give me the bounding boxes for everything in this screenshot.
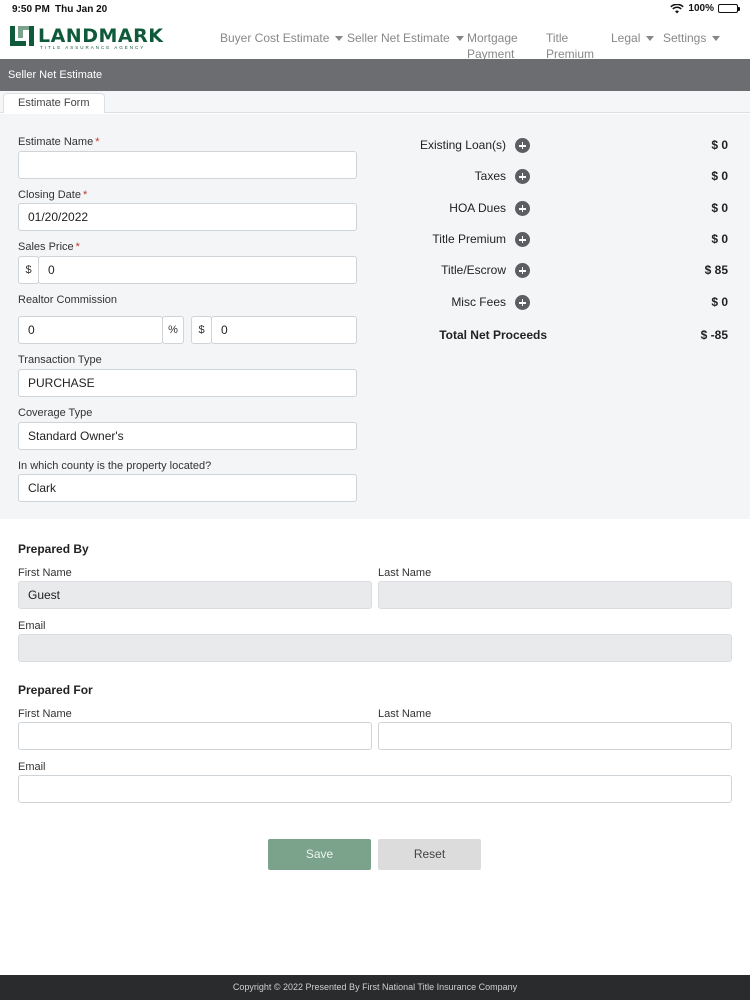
total-net-proceeds-value: $ -85 (700, 328, 728, 342)
closing-date-label: Closing Date * (18, 189, 88, 201)
estimate-name-label: Estimate Name * (18, 136, 100, 148)
cost-value: $ 0 (711, 169, 728, 183)
add-taxes-icon[interactable] (515, 169, 530, 184)
top-navigation: LANDMARK TITLE ASSURANCE AGENCY Buyer Co… (0, 18, 750, 62)
nav-mortgage-payment[interactable]: Mortgage Payment (467, 30, 529, 62)
prepared-for-last-name-label: Last Name (378, 708, 432, 720)
status-right: 100% (670, 3, 740, 14)
nav-title-premium[interactable]: Title Premium (546, 30, 596, 62)
cost-label: HOA Dues (449, 201, 506, 215)
nav-settings[interactable]: Settings (663, 30, 721, 46)
caret-down-icon (646, 36, 655, 41)
prepared-for-first-name-label: First Name (18, 708, 72, 720)
add-hoa-dues-icon[interactable] (515, 201, 530, 216)
page-title: Seller Net Estimate (8, 69, 103, 81)
required-marker: * (82, 189, 88, 201)
prepared-for-last-name-input[interactable] (378, 722, 732, 750)
prepared-by-title: Prepared By (18, 542, 89, 556)
cost-label: Misc Fees (451, 295, 506, 309)
cost-value: $ 0 (711, 201, 728, 215)
status-time: 9:50 PM (12, 4, 50, 15)
closing-date-input[interactable]: 01/20/2022 (18, 203, 357, 231)
nav-buyer-cost-estimate[interactable]: Buyer Cost Estimate (220, 30, 344, 46)
cost-value: $ 85 (704, 263, 728, 277)
copyright-text: Copyright © 2022 Presented By First Nati… (232, 982, 518, 992)
county-label: In which county is the property located? (18, 460, 212, 472)
add-title-escrow-icon[interactable] (515, 263, 530, 278)
realtor-commission-percent-input[interactable]: 0 (18, 316, 163, 344)
prepared-by-email-input (18, 634, 732, 662)
prepared-by-first-name-label: First Name (18, 567, 72, 579)
footer: Copyright © 2022 Presented By First Nati… (0, 975, 750, 1000)
prepared-by-email-label: Email (18, 620, 46, 632)
caret-down-icon (712, 36, 721, 41)
estimate-name-input[interactable] (18, 151, 357, 179)
commission-currency-prefix: $ (191, 316, 212, 344)
prepared-for-title: Prepared For (18, 683, 93, 697)
brand-tagline: TITLE ASSURANCE AGENCY (40, 45, 146, 50)
cost-label: Title/Escrow (441, 263, 506, 277)
brand-name: LANDMARK (38, 25, 164, 47)
cost-row-hoa-dues: HOA Dues $ 0 (420, 199, 730, 219)
save-button[interactable]: Save (268, 839, 371, 870)
prepared-for-email-input[interactable] (18, 775, 732, 803)
nav-legal[interactable]: Legal (611, 30, 655, 46)
total-net-proceeds-label: Total Net Proceeds (439, 328, 547, 342)
realtor-commission-label: Realtor Commission (18, 294, 118, 306)
prepared-by-first-name-input: Guest (18, 581, 372, 609)
cost-label: Existing Loan(s) (419, 138, 506, 152)
prepared-for-first-name-input[interactable] (18, 722, 372, 750)
add-misc-fees-icon[interactable] (515, 295, 530, 310)
coverage-type-label: Coverage Type (18, 407, 93, 419)
cost-row-taxes: Taxes $ 0 (420, 167, 730, 187)
transaction-type-label: Transaction Type (18, 354, 102, 366)
cost-value: $ 0 (711, 138, 728, 152)
cost-value: $ 0 (711, 232, 728, 246)
battery-icon (718, 4, 740, 13)
add-existing-loan-icon[interactable] (515, 138, 530, 153)
cost-row-existing-loans: Existing Loan(s) $ 0 (420, 136, 730, 156)
prepared-by-last-name-input (378, 581, 732, 609)
battery-percent: 100% (688, 3, 714, 14)
sales-price-input[interactable]: 0 (38, 256, 357, 284)
add-title-premium-icon[interactable] (515, 232, 530, 247)
sales-price-currency-prefix: $ (18, 256, 39, 284)
landmark-logo-icon (10, 26, 34, 46)
status-bar: 9:50 PM Thu Jan 20 100% (0, 0, 750, 18)
tab-estimate-form[interactable]: Estimate Form (3, 93, 105, 113)
required-marker: * (75, 241, 80, 253)
prepared-by-last-name-label: Last Name (378, 567, 432, 579)
cost-row-title-escrow: Title/Escrow $ 85 (420, 261, 730, 281)
nav-seller-net-estimate[interactable]: Seller Net Estimate (347, 30, 464, 46)
cost-row-title-premium: Title Premium $ 0 (420, 230, 730, 250)
wifi-icon (670, 3, 685, 13)
tab-strip: Estimate Form (0, 91, 750, 113)
cost-label: Title Premium (432, 232, 506, 246)
cost-label: Taxes (474, 169, 506, 183)
caret-down-icon (455, 36, 464, 41)
status-date: Thu Jan 20 (55, 4, 108, 15)
cost-row-misc-fees: Misc Fees $ 0 (420, 293, 730, 313)
transaction-type-select[interactable]: PURCHASE (18, 369, 357, 397)
realtor-commission-amount-input[interactable]: 0 (211, 316, 357, 344)
cost-value: $ 0 (711, 295, 728, 309)
required-marker: * (95, 136, 100, 148)
reset-button[interactable]: Reset (378, 839, 481, 870)
brand-logo[interactable]: LANDMARK TITLE ASSURANCE AGENCY (10, 25, 180, 50)
county-select[interactable]: Clark (18, 474, 357, 502)
coverage-type-select[interactable]: Standard Owner's (18, 422, 357, 450)
estimate-form-panel: Estimate Name * Closing Date * 01/20/2022 … (0, 114, 750, 519)
sales-price-label: Sales Price * (18, 241, 80, 253)
prepared-for-email-label: Email (18, 761, 46, 773)
page-title-bar: Seller Net Estimate (0, 59, 750, 91)
caret-down-icon (335, 36, 344, 41)
percent-suffix: % (162, 316, 184, 344)
